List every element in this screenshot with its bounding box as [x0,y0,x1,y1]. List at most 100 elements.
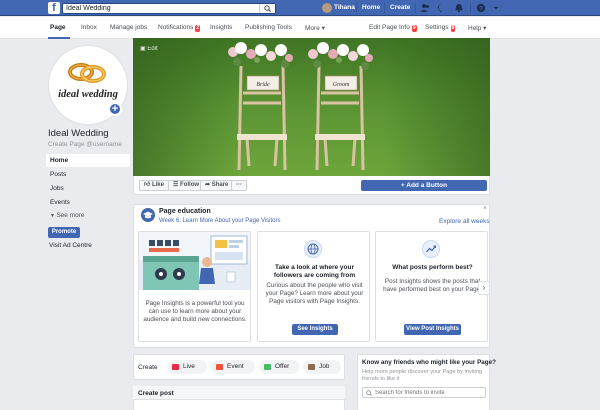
page-education-title: Page education [159,208,211,215]
briefcase-icon [308,364,315,370]
invite-friends-search[interactable] [362,387,486,398]
facebook-logo-icon[interactable]: f [48,2,60,14]
event-label: Event [227,363,244,370]
notifications-icon[interactable] [454,3,464,13]
sign-left-text: Bride [256,82,270,88]
sidebar-item-posts[interactable]: Posts [46,168,130,181]
tab-inbox[interactable]: Inbox [81,24,97,31]
promote-button[interactable]: Promote [48,227,80,238]
sidebar-item-jobs[interactable]: Jobs [46,182,130,195]
video-camera-icon [172,364,179,370]
invite-friends-input[interactable] [363,388,473,397]
tab-more[interactable]: More ▾ [305,24,325,32]
wedding-chairs-image: Bride Groom [133,38,490,176]
divider [384,3,385,13]
user-name-link[interactable]: Tihana [334,4,355,11]
live-label: Live [183,363,195,370]
sidebar-item-home[interactable]: Home [46,154,130,167]
invite-friends-title: Know any friends who might like your Pag… [362,359,497,366]
create-link[interactable]: Create [390,4,410,11]
divider [415,3,416,13]
settings-link[interactable]: Settings 8 [425,24,456,32]
posts-card-text: Post Insights shows the posts that have … [383,278,482,293]
search-icon [366,390,373,397]
edit-cover-label: Edit [147,46,158,52]
see-insights-button[interactable]: See Insights [292,324,338,335]
create-username-link[interactable]: Create Page @username [48,141,122,148]
tab-insights[interactable]: Insights [210,24,232,31]
explore-all-weeks-link[interactable]: Explore all weeks [439,218,490,225]
tab-notifications-label: Notifications [158,24,194,31]
help-menu[interactable]: Help ▾ [468,24,486,32]
edit-page-info-link[interactable]: Edit Page Info 9 [369,24,417,32]
share-arrow-icon: ➦ [205,182,212,188]
home-link[interactable]: Home [362,4,380,11]
notifications-badge: 2 [195,25,201,32]
logo-text: ideal wedding [58,89,118,100]
search-box[interactable] [62,3,276,14]
sidebar-see-more[interactable]: ▼ See more [46,209,130,222]
add-a-button-button[interactable]: + Add a Button [361,180,487,191]
insights-illustration [139,232,250,290]
followers-card-text: Curious about the people who visit your … [265,282,364,305]
create-label: Create [138,364,158,371]
invite-friends-description: Help more people discover your Page by i… [362,369,483,382]
settings-label: Settings [425,24,449,31]
messenger-icon[interactable] [437,3,447,13]
follow-label: Follow [180,182,200,188]
tab-notifications[interactable]: Notifications 2 [158,24,201,32]
edit-page-info-label: Edit Page Info [369,24,410,31]
add-photo-plus-icon[interactable]: + [108,102,122,116]
like-label: Like [151,182,164,188]
thumbs-up-icon: 👍︎ [144,182,152,188]
svg-text:?: ? [479,5,483,12]
job-label: Job [319,363,330,370]
offer-tag-icon [264,364,271,370]
create-post-label: Create post [138,390,174,397]
more-options-button[interactable]: ··· [231,180,247,191]
divider [470,3,471,13]
sidebar-item-events[interactable]: Events [46,196,130,209]
friend-requests-icon[interactable] [420,3,430,13]
visit-ad-centre-link[interactable]: Visit Ad Centre [49,242,92,249]
edit-page-info-badge: 9 [411,25,417,32]
create-offer-button[interactable]: Offer [259,360,299,374]
user-avatar[interactable] [322,3,332,13]
cover-photo[interactable]: Bride Groom [133,38,490,176]
create-job-button[interactable]: Job [303,360,341,374]
followers-card-title: Take a look at where your followers are … [273,264,356,279]
education-card-posts: What posts perform best? Post Insights s… [375,231,488,342]
active-tab-indicator [48,37,70,39]
close-icon[interactable]: × [483,205,487,212]
tab-manage-jobs[interactable]: Manage jobs [110,24,147,31]
view-post-insights-button[interactable]: View Post Insights [404,324,461,335]
education-card-followers: Take a look at where your followers are … [257,231,370,342]
page-title: Ideal Wedding [48,128,109,139]
posts-card-title: What posts perform best? [392,264,473,271]
share-button[interactable]: ➦ Share [200,180,234,191]
create-live-button[interactable]: Live [167,360,207,374]
see-more-label: See more [56,212,85,219]
offer-label: Offer [275,363,290,370]
settings-badge: 8 [450,25,456,32]
sign-right-text: Groom [333,82,350,88]
tab-page[interactable]: Page [50,24,66,31]
edit-cover-button[interactable]: ▣ Edit [140,45,158,52]
chevron-right-icon[interactable]: › [478,281,490,295]
globe-icon [304,240,322,258]
trend-graph-icon [422,240,440,258]
intro-card-text: Page Insights is a powerful tool you can… [143,300,247,323]
follow-button[interactable]: ☰ Follow [168,180,205,191]
account-menu-icon[interactable] [491,3,501,13]
share-label: Share [211,182,229,188]
search-icon [264,5,271,12]
divider [356,3,357,13]
help-icon[interactable]: ? [476,3,486,13]
search-input[interactable] [63,4,253,13]
page-education-week[interactable]: Week 6: Learn More About your Page Visit… [159,218,281,224]
create-event-button[interactable]: Event [211,360,255,374]
tab-publishing-tools[interactable]: Publishing Tools [245,24,292,31]
like-button[interactable]: 👍︎ Like [139,180,169,191]
calendar-icon [216,364,223,370]
search-button[interactable] [259,4,275,13]
